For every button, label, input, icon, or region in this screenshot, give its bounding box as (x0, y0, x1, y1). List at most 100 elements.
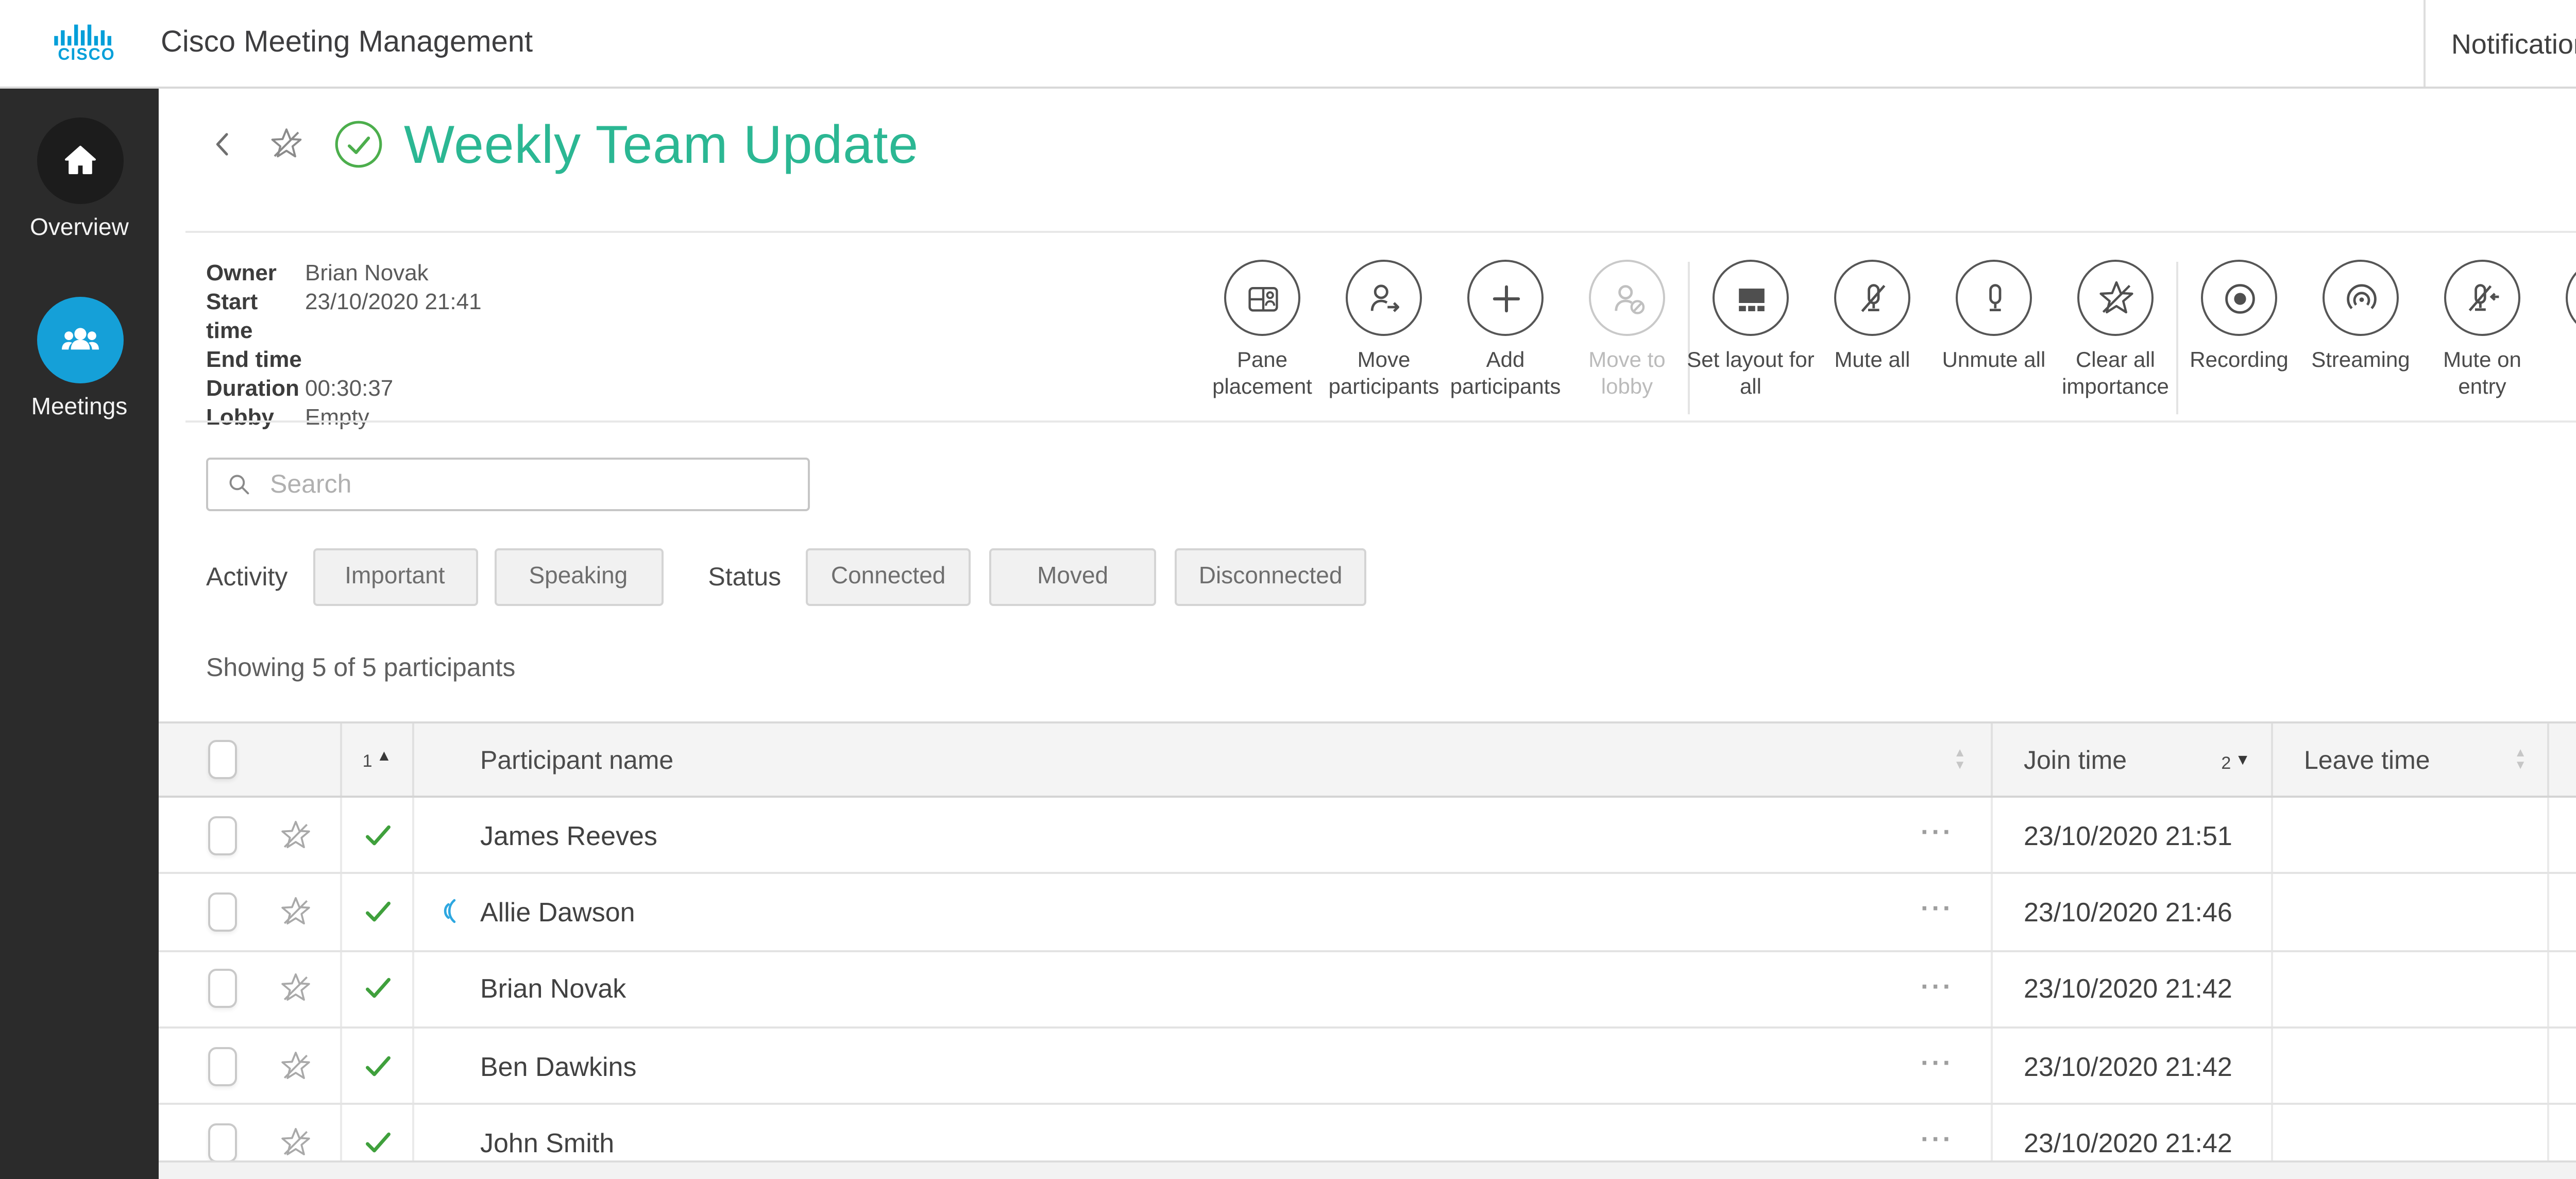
participant-name[interactable]: Allie Dawson (480, 897, 635, 928)
streaming-button[interactable]: Streaming (2300, 260, 2421, 374)
add-participants-button[interactable]: Add participants (1445, 260, 1566, 400)
unmute-all-button[interactable]: Unmute all (1933, 260, 2055, 374)
cisco-logo-bars-icon (54, 23, 120, 47)
app-title: Cisco Meeting Management (161, 27, 533, 60)
importance-star-icon[interactable] (278, 971, 313, 1006)
row-checkbox[interactable] (208, 1046, 237, 1085)
column-header-leave-time[interactable]: Leave time (2304, 745, 2430, 774)
status-filter-label: Status (708, 563, 781, 592)
connected-check-icon (362, 820, 393, 851)
move-to-lobby-button: Move to lobby (1566, 260, 1688, 400)
status-sort-indicator[interactable]: 1▲ (363, 749, 392, 770)
mute-on-entry-icon (2462, 277, 2503, 318)
filter-moved-button[interactable]: Moved (989, 548, 1156, 606)
participant-row: Allie Dawson ··· 23/10/2020 21:46 (159, 874, 2576, 951)
join-sort-indicator[interactable]: 2▼ (2221, 752, 2250, 773)
move-participants-icon (1363, 277, 1404, 318)
join-time: 23/10/2020 21:46 (2024, 897, 2232, 928)
cisco-logo-text: CISCO (58, 47, 115, 64)
detail-label: Duration (206, 375, 305, 404)
importance-off-icon[interactable] (268, 126, 305, 163)
importance-star-icon[interactable] (278, 1048, 313, 1083)
filter-connected-button[interactable]: Connected (806, 548, 971, 606)
move-participants-button[interactable]: Move participants (1323, 260, 1445, 400)
row-checkbox[interactable] (208, 892, 237, 932)
connected-check-icon (362, 973, 393, 1004)
clear-importance-icon (2095, 277, 2136, 318)
row-more-menu[interactable]: ··· (1921, 1124, 1954, 1155)
participants-table: 1▲ Participant name ▲▼ Join time 2▼ Leav… (159, 721, 2576, 1179)
filter-bar: Activity Important Speaking Status Conne… (206, 548, 1366, 606)
importance-star-icon[interactable] (278, 895, 313, 930)
detail-row: End time (206, 346, 482, 375)
select-all-checkbox[interactable] (208, 740, 237, 779)
mute-all-button[interactable]: Mute all (1811, 260, 1933, 374)
set-layout-button[interactable]: Set layout for all (1690, 260, 1811, 400)
clear-importance-button[interactable]: Clear all importance (2055, 260, 2176, 400)
sort-icon[interactable]: ▲▼ (2514, 750, 2527, 773)
row-more-menu[interactable]: ··· (1921, 970, 1954, 1001)
sidebar-item-label: Overview (0, 216, 159, 241)
importance-star-icon[interactable] (278, 818, 313, 853)
lock-button[interactable]: Lock (2543, 260, 2576, 374)
detail-value: Brian Novak (305, 260, 429, 289)
sort-desc-icon: ▼ (2235, 752, 2250, 769)
row-checkbox[interactable] (208, 816, 237, 855)
filter-disconnected-button[interactable]: Disconnected (1175, 548, 1366, 606)
join-time: 23/10/2020 21:42 (2024, 973, 2232, 1004)
row-more-menu[interactable]: ··· (1921, 817, 1954, 848)
participant-row: James Reeves··· 23/10/2020 21:51 (159, 798, 2576, 874)
search-icon (225, 470, 253, 499)
divider (185, 231, 2576, 233)
back-icon[interactable] (206, 128, 239, 161)
search-input[interactable] (266, 468, 808, 501)
cisco-logo: CISCO (52, 23, 122, 64)
divider (185, 420, 2576, 423)
move-to-lobby-icon (1606, 277, 1648, 318)
participant-name[interactable]: James Reeves (480, 820, 657, 851)
column-header-join-time[interactable]: Join time (2024, 745, 2127, 774)
pane-placement-button[interactable]: Pane placement (1201, 260, 1323, 400)
sidebar-item-label: Meetings (0, 396, 159, 420)
row-more-menu[interactable]: ··· (1921, 894, 1954, 924)
home-icon (59, 140, 100, 181)
app-window: CISCO Cisco Meeting Management Notificat… (0, 0, 2576, 1179)
detail-row: OwnerBrian Novak (206, 260, 482, 289)
importance-star-icon[interactable] (278, 1125, 313, 1160)
table-header-row: 1▲ Participant name ▲▼ Join time 2▼ Leav… (159, 721, 2576, 798)
detail-label: Start time (206, 289, 305, 346)
sidebar: Overview Meetings (0, 89, 159, 1179)
top-bar-right: Notifications LDAP/Sally Wood Video oper… (2425, 0, 2576, 87)
row-checkbox[interactable] (208, 969, 237, 1008)
row-checkbox[interactable] (208, 1123, 237, 1162)
connected-check-icon (362, 897, 393, 928)
filter-speaking-button[interactable]: Speaking (494, 548, 663, 606)
detail-row: Start time23/10/2020 21:41 (206, 289, 482, 346)
set-layout-icon (1730, 277, 1771, 318)
filter-important-button[interactable]: Important (312, 548, 477, 606)
meeting-details: OwnerBrian Novak Start time23/10/2020 21… (206, 260, 482, 433)
add-participants-icon (1485, 277, 1526, 318)
participant-name[interactable]: John Smith (480, 1127, 614, 1158)
participant-name[interactable]: Ben Dawkins (480, 1050, 637, 1081)
meeting-title-row: Weekly Team Update (206, 111, 919, 177)
pane-placement-icon (1242, 277, 1283, 318)
horizontal-scrollbar[interactable] (159, 1160, 2576, 1179)
detail-row: LobbyEmpty (206, 404, 482, 433)
row-more-menu[interactable]: ··· (1921, 1047, 1954, 1078)
participant-name[interactable]: Brian Novak (480, 973, 626, 1004)
mute-on-entry-button[interactable]: Mute on entry (2421, 260, 2543, 400)
search-box (206, 458, 810, 511)
participant-row: Brian Novak ··· 23/10/2020 21:42 (159, 951, 2576, 1028)
recording-button[interactable]: Recording (2178, 260, 2300, 374)
column-header-participant[interactable]: Participant name (480, 745, 673, 774)
notifications-button[interactable]: Notifications (2425, 0, 2576, 87)
detail-value: Empty (305, 404, 369, 433)
sort-icon[interactable]: ▲▼ (1954, 750, 1966, 773)
detail-value: 00:30:37 (305, 375, 393, 404)
connected-check-icon (362, 1127, 393, 1158)
sidebar-item-overview[interactable]: Overview (0, 117, 159, 241)
detail-label: Lobby (206, 404, 305, 433)
sidebar-item-meetings[interactable]: Meetings (0, 297, 159, 420)
people-icon (57, 317, 102, 363)
